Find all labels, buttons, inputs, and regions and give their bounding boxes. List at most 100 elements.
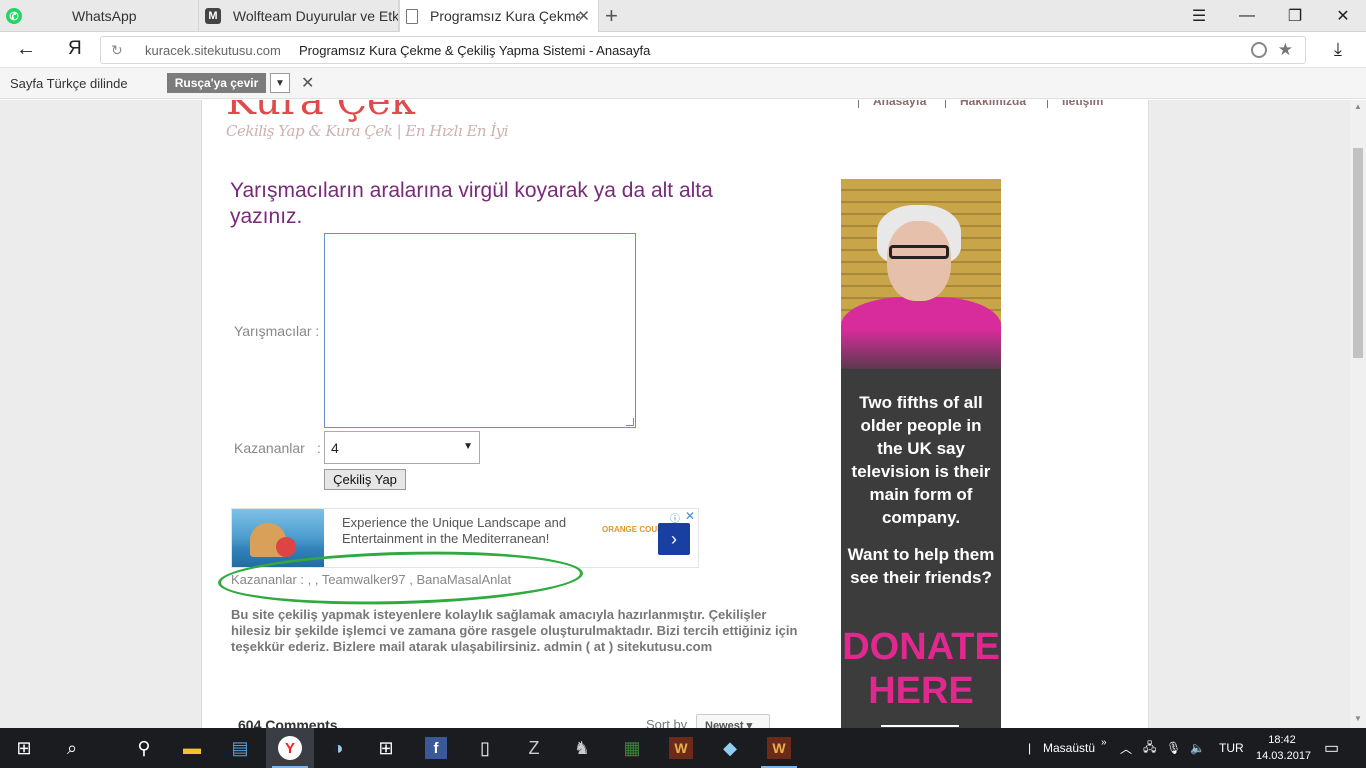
participants-label: Yarışmacılar :	[234, 323, 320, 339]
network-icon[interactable]: 🖧	[1143, 728, 1156, 768]
close-window-icon[interactable]: ✕	[1319, 0, 1366, 32]
site-tagline: Cekiliş Yap & Kura Çek | En Hızlı En İyi	[226, 122, 509, 140]
ad-info-icon[interactable]: ⓘ	[670, 510, 680, 525]
page-viewport: Kura Çek Cekiliş Yap & Kura Çek | En Hız…	[0, 100, 1350, 728]
scrollbar-thumb[interactable]	[1353, 148, 1363, 358]
nav-separator	[858, 100, 859, 108]
sort-label: Sort by	[646, 717, 688, 728]
nav-label: Hakkımızda	[960, 100, 1027, 108]
minimize-icon[interactable]: —	[1223, 0, 1271, 32]
photo-fade	[841, 329, 1001, 379]
facebook-icon[interactable]: f	[412, 728, 460, 768]
close-translate-icon[interactable]: ✕	[301, 73, 314, 93]
scroll-up-icon[interactable]: ▲	[1354, 102, 1362, 111]
restore-icon[interactable]: ❐	[1271, 0, 1319, 32]
protect-icon[interactable]	[1251, 42, 1267, 58]
document-icon[interactable]: ▯	[461, 728, 509, 768]
app-game-icon[interactable]: ◑	[314, 728, 362, 768]
search-icon[interactable]: ⌕	[48, 728, 96, 768]
toolbar-expand-icon[interactable]: »	[1101, 722, 1107, 762]
tab-title: WhatsApp	[72, 8, 137, 24]
side-advert[interactable]: Two fifths of all older people in the UK…	[841, 179, 1001, 728]
sort-value: Newest	[705, 720, 744, 728]
about-text: Bu site çekiliş yapmak isteyenlere kolay…	[231, 607, 798, 654]
nav-separator	[1047, 100, 1048, 108]
participants-textarea[interactable]	[324, 233, 636, 428]
tray-up-chevron-icon[interactable]: ︿	[1120, 728, 1132, 768]
facebook-f-icon: f	[425, 737, 447, 759]
site-logo[interactable]: Kura Çek	[226, 100, 415, 124]
scroll-down-icon[interactable]: ▼	[1354, 714, 1362, 723]
back-arrow-icon[interactable]: ←	[16, 38, 36, 61]
wolfteam-running-icon[interactable]: W	[755, 728, 803, 768]
nav-item-home[interactable]: Anasayfa	[858, 100, 926, 108]
page-icon	[406, 8, 418, 24]
bookmark-star-icon[interactable]: ★	[1278, 40, 1293, 60]
tab-kuracek[interactable]: Programsız Kura Çekme & ✕	[399, 0, 599, 32]
new-tab-icon[interactable]: +	[605, 3, 618, 29]
nav-item-contact[interactable]: İletişim	[1047, 100, 1103, 108]
file-explorer-icon[interactable]: ▬	[168, 728, 216, 768]
language-indicator[interactable]: TUR	[1219, 728, 1244, 768]
sort-dropdown[interactable]: Newest ▾	[696, 714, 770, 728]
side-ad-message: Two fifths of all older people in the UK…	[851, 393, 991, 527]
comments-count: 604 Comments	[238, 717, 338, 728]
glasses-shape	[889, 245, 949, 259]
nav-item-about[interactable]: Hakkımızda	[945, 100, 1026, 108]
start-windows-icon[interactable]: ⊞	[0, 728, 48, 768]
close-tab-icon[interactable]: ✕	[577, 7, 590, 25]
nav-label: Anasayfa	[873, 100, 927, 108]
side-ad-question: Want to help them see their friends?	[847, 545, 995, 587]
donate-cta[interactable]: DONATE HERE	[841, 625, 1001, 713]
action-center-icon[interactable]: ▭	[1324, 728, 1339, 768]
mic-icon[interactable]: 🎙	[1166, 728, 1181, 768]
reload-icon[interactable]: ↻	[111, 42, 123, 59]
wolfteam-icon[interactable]: W	[657, 728, 705, 768]
clock-date: 14.03.2017	[1256, 750, 1312, 762]
tab-title: Wolfteam Duyurular ve Etkin	[232, 8, 398, 24]
app-wolf-icon[interactable]: ♞	[558, 728, 606, 768]
menu-icon[interactable]: ☰	[1175, 0, 1223, 32]
side-ad-divider	[881, 725, 959, 727]
m-logo-icon: M	[205, 8, 221, 24]
wolfteam-w-icon: W	[767, 737, 791, 759]
app-ice-icon[interactable]: ◆	[706, 728, 754, 768]
ad-text: Experience the Unique Landscape and Ente…	[342, 515, 567, 546]
app-flag-icon[interactable]: ▦	[608, 728, 656, 768]
app-binoculars-icon[interactable]: ⚲	[120, 728, 168, 768]
winners-colon: :	[317, 440, 321, 456]
ad-close-icon[interactable]: ✕	[685, 509, 695, 523]
chevron-down-icon: ▼	[463, 441, 473, 452]
volume-icon[interactable]: 🔈	[1190, 728, 1205, 768]
download-icon[interactable]: ⤓	[1334, 39, 1342, 60]
whatsapp-icon: ✆	[6, 8, 22, 24]
translate-button[interactable]: Rusça'ya çevir	[167, 73, 266, 93]
translate-label: Sayfa Türkçe dilinde	[10, 76, 128, 91]
yandex-y-icon: Y	[278, 736, 302, 760]
url-field[interactable]: ↻ kuracek.sitekutusu.com Programsız Kura…	[100, 36, 1306, 64]
waterslide-red-shape	[276, 537, 296, 557]
page-scrollbar[interactable]: ▲ ▼	[1350, 100, 1366, 728]
yandex-logo-icon[interactable]: Я	[68, 38, 82, 60]
ad-arrow-button[interactable]: ›	[658, 523, 690, 555]
desktop-toolbar[interactable]: Masaüstü	[1043, 728, 1095, 768]
resize-grip-icon[interactable]	[626, 418, 634, 426]
translate-dropdown-icon[interactable]: ▼	[270, 73, 290, 93]
page-container: Kura Çek Cekiliş Yap & Kura Çek | En Hız…	[201, 100, 1149, 728]
tab-whatsapp[interactable]: ✆ WhatsApp	[0, 0, 199, 32]
app-z-icon[interactable]: Z	[510, 728, 558, 768]
winners-count-value: 4	[331, 440, 339, 456]
taskbar: ⊞ ⌕ ⚲ ▬ ▤ Y ◑ ⊞ f ▯ Z ♞ ▦ W ◆ W | Masaüs…	[0, 728, 1366, 768]
winners-label: Kazananlar	[234, 440, 305, 456]
clock[interactable]: 18:42 14.03.2017	[1256, 732, 1312, 764]
winners-count-select[interactable]: 4 ▼	[324, 431, 480, 464]
app-window-icon[interactable]: ▤	[216, 728, 264, 768]
yandex-browser-icon[interactable]: Y	[266, 728, 314, 768]
address-bar: ← Я ↻ kuracek.sitekutusu.com Programsız …	[0, 32, 1366, 68]
tab-wolfteam[interactable]: M Wolfteam Duyurular ve Etkin	[199, 0, 399, 32]
store-icon[interactable]: ⊞	[362, 728, 410, 768]
form-heading: Yarışmacıların aralarına virgül koyarak …	[230, 179, 713, 228]
draw-button[interactable]: Çekiliş Yap	[324, 469, 406, 490]
clock-time: 18:42	[1268, 734, 1296, 746]
wolfteam-w-icon: W	[669, 737, 693, 759]
